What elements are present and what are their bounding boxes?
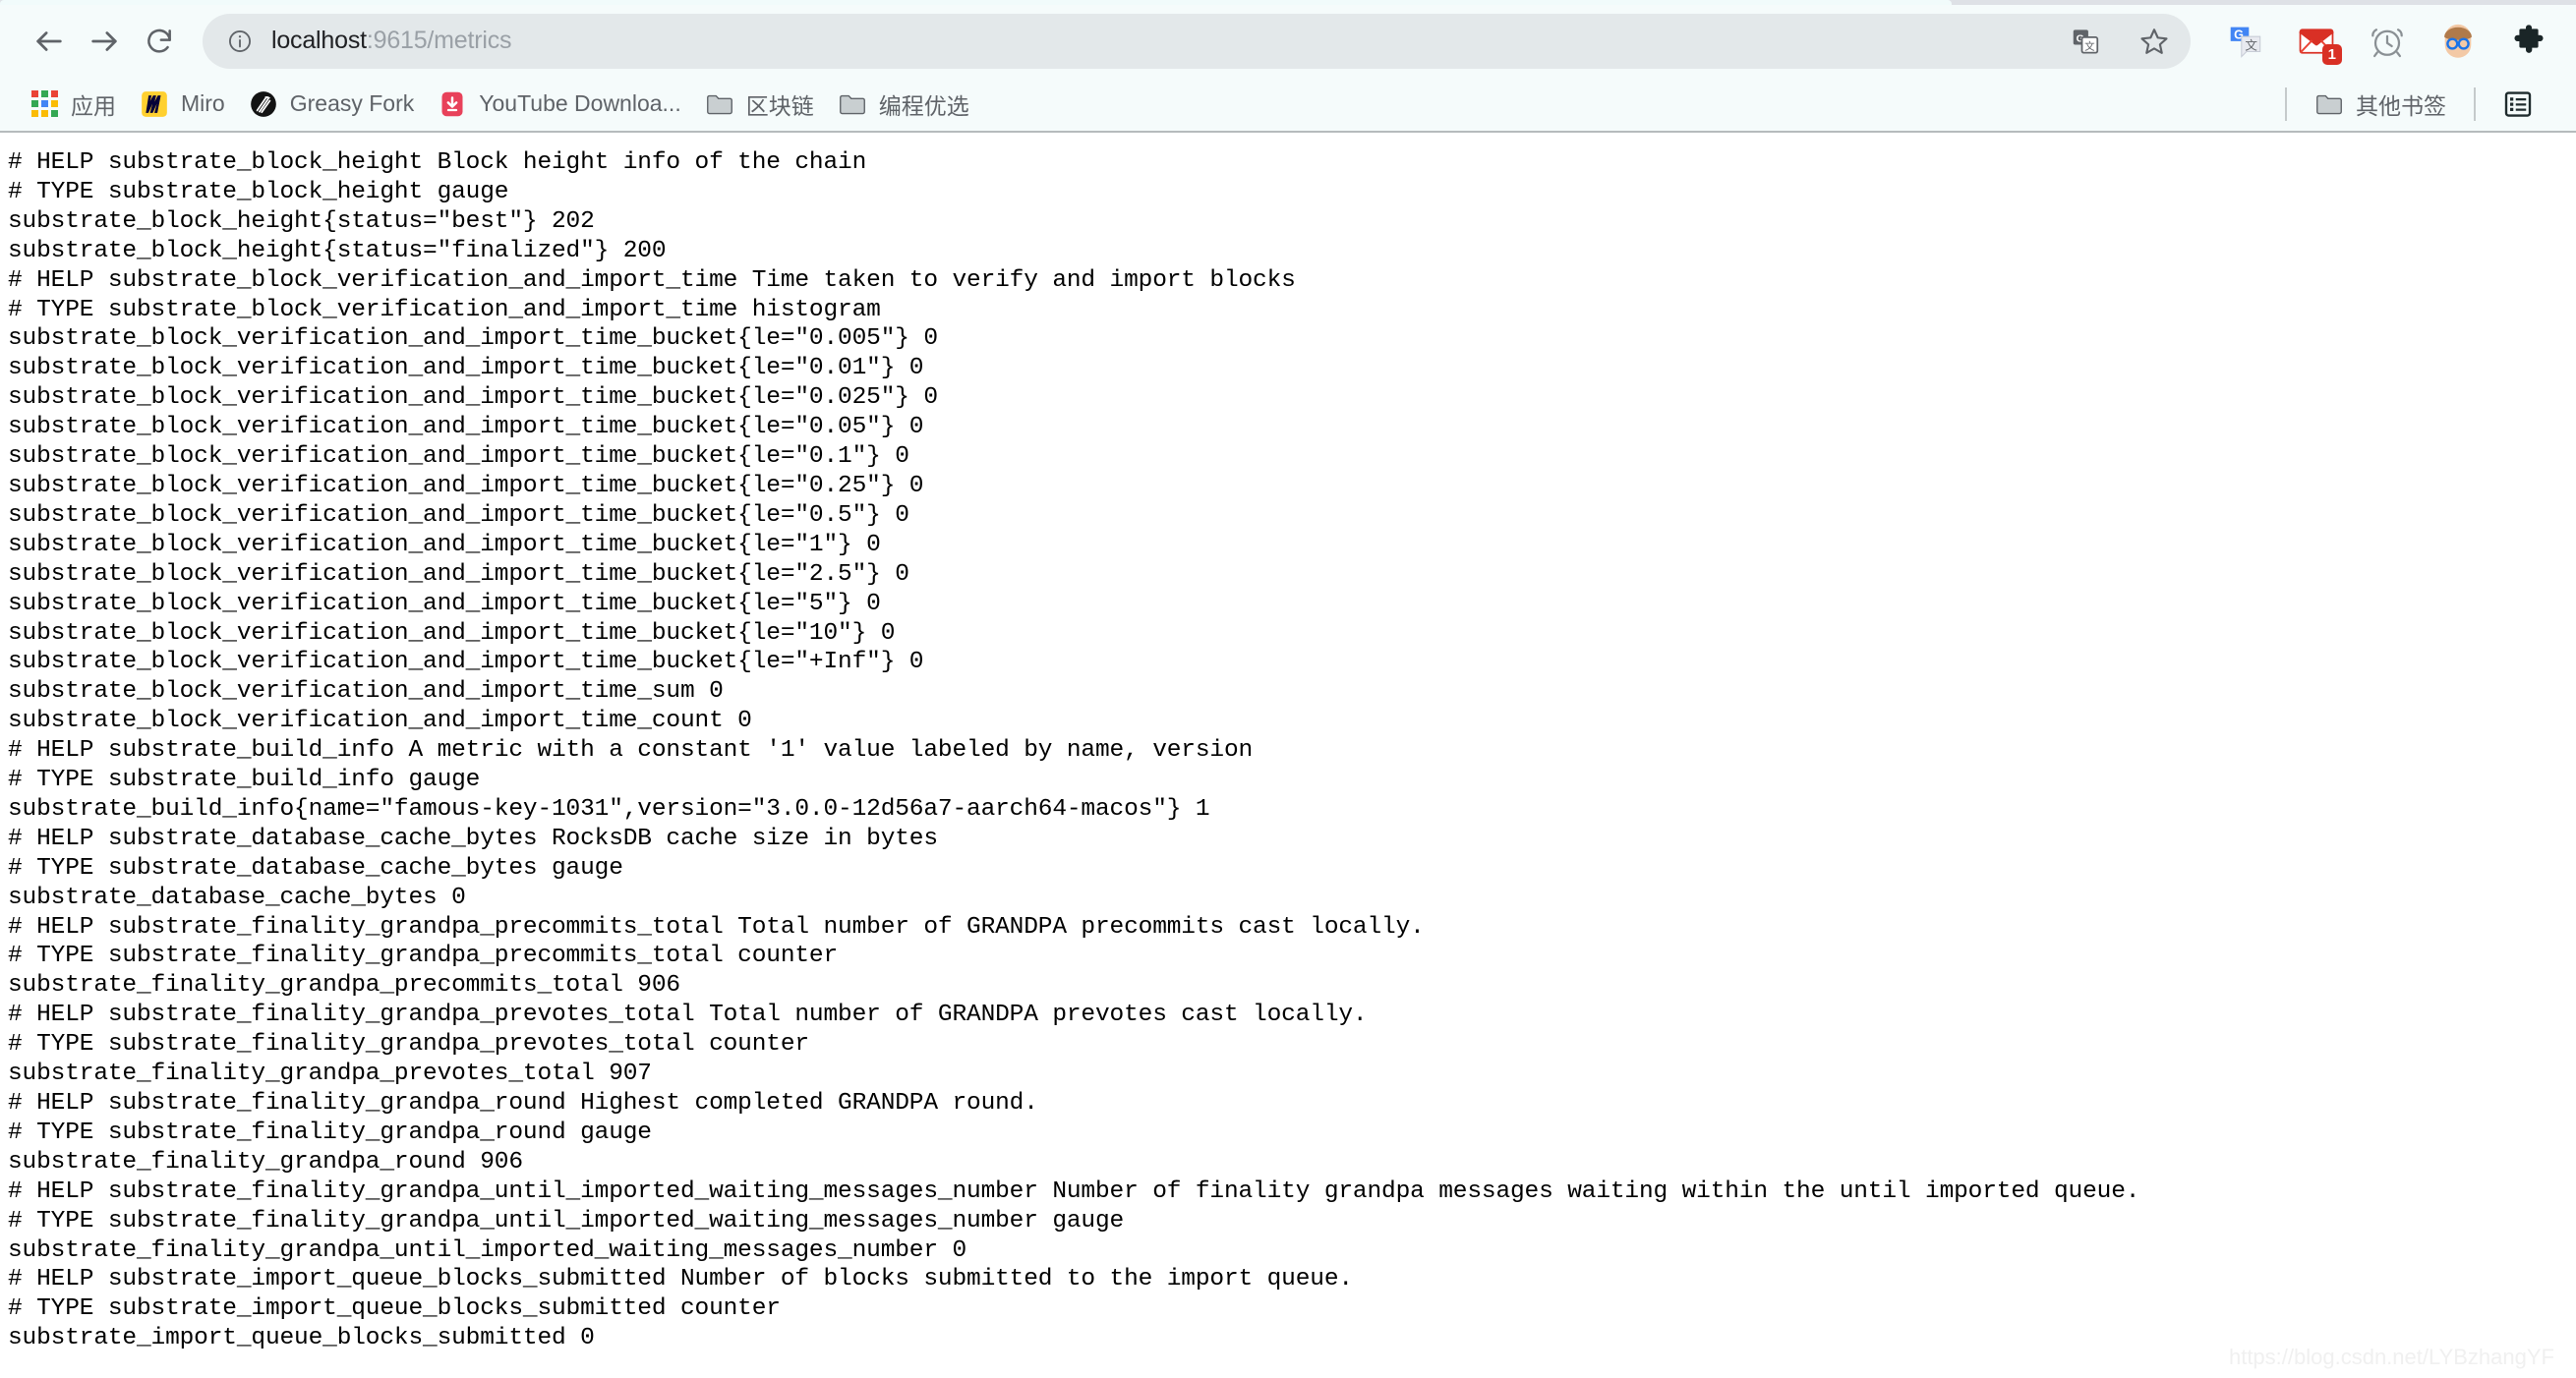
bookmark-label: Greasy Fork bbox=[289, 90, 415, 116]
bookmark-label: 区块链 bbox=[745, 92, 814, 119]
gmail-extension-icon[interactable]: 1 bbox=[2297, 22, 2342, 65]
browser-toolbar: localhost:9615/metrics G 文 G 文 1 bbox=[0, 5, 2576, 77]
alarm-clock-extension-icon[interactable] bbox=[2368, 22, 2407, 61]
reading-list-button[interactable] bbox=[2491, 83, 2556, 126]
page-content: # HELP substrate_block_height Block heig… bbox=[0, 135, 2576, 1378]
greasyfork-icon bbox=[249, 89, 278, 119]
translate-icon[interactable]: G 文 bbox=[2069, 25, 2102, 58]
folder-icon bbox=[838, 89, 867, 119]
bookmark-label: 应用 bbox=[71, 92, 116, 119]
svg-text:文: 文 bbox=[2084, 39, 2095, 52]
bookmark-label: YouTube Downloa... bbox=[479, 90, 681, 116]
bookmark-label: Miro bbox=[181, 90, 225, 116]
bookmark-folder-programming[interactable]: 编程优选 bbox=[826, 83, 981, 126]
forward-button[interactable] bbox=[77, 14, 132, 69]
avatar-extension-icon[interactable] bbox=[2438, 22, 2478, 61]
bookmarks-separator-right bbox=[2474, 86, 2476, 121]
url-host: localhost bbox=[271, 29, 367, 53]
google-translate-extension-icon[interactable]: G 文 bbox=[2226, 22, 2265, 61]
bookmark-other-bookmarks[interactable]: 其他书签 bbox=[2303, 83, 2458, 126]
bookmark-miro[interactable]: Miro bbox=[128, 83, 237, 126]
bookmark-folder-blockchain[interactable]: 区块链 bbox=[693, 83, 826, 126]
miro-icon bbox=[140, 89, 169, 119]
svg-text:文: 文 bbox=[2245, 38, 2257, 52]
reading-list-icon bbox=[2503, 89, 2533, 119]
youtube-downloader-icon bbox=[438, 89, 467, 119]
bookmark-label: 其他书签 bbox=[2356, 92, 2446, 119]
site-info-icon[interactable] bbox=[226, 28, 254, 55]
back-button[interactable] bbox=[22, 14, 77, 69]
url-path: :9615/metrics bbox=[366, 29, 512, 53]
address-bar[interactable]: localhost:9615/metrics G 文 bbox=[203, 13, 2191, 69]
bookmark-label: 编程优选 bbox=[878, 92, 969, 119]
folder-icon bbox=[2314, 89, 2344, 119]
gmail-unread-badge: 1 bbox=[2321, 43, 2342, 65]
bookmarks-bar: 应用 Miro Greasy Fork YouTube Downloa... 区… bbox=[0, 77, 2576, 133]
watermark: https://blog.csdn.net/LYBzhangYF bbox=[2228, 1345, 2554, 1369]
bookmarks-separator-left bbox=[2285, 86, 2287, 121]
star-icon[interactable] bbox=[2137, 25, 2171, 58]
apps-grid-icon bbox=[29, 89, 59, 119]
browser-window: localhost:9615/metrics G 文 G 文 1 应用 Miro… bbox=[0, 0, 2576, 1378]
bookmark-apps[interactable]: 应用 bbox=[18, 83, 128, 126]
address-bar-url: localhost:9615/metrics bbox=[271, 29, 2049, 53]
bookmark-youtube-downloader[interactable]: YouTube Downloa... bbox=[426, 83, 692, 126]
reload-button[interactable] bbox=[132, 14, 187, 69]
prometheus-metrics-text: # HELP substrate_block_height Block heig… bbox=[8, 149, 2140, 1352]
bookmark-greasy-fork[interactable]: Greasy Fork bbox=[237, 83, 427, 126]
folder-icon bbox=[705, 89, 734, 119]
extensions-area: G 文 1 bbox=[2200, 22, 2554, 65]
address-bar-actions: G 文 bbox=[2049, 25, 2171, 58]
puzzle-extensions-icon[interactable] bbox=[2509, 22, 2548, 61]
